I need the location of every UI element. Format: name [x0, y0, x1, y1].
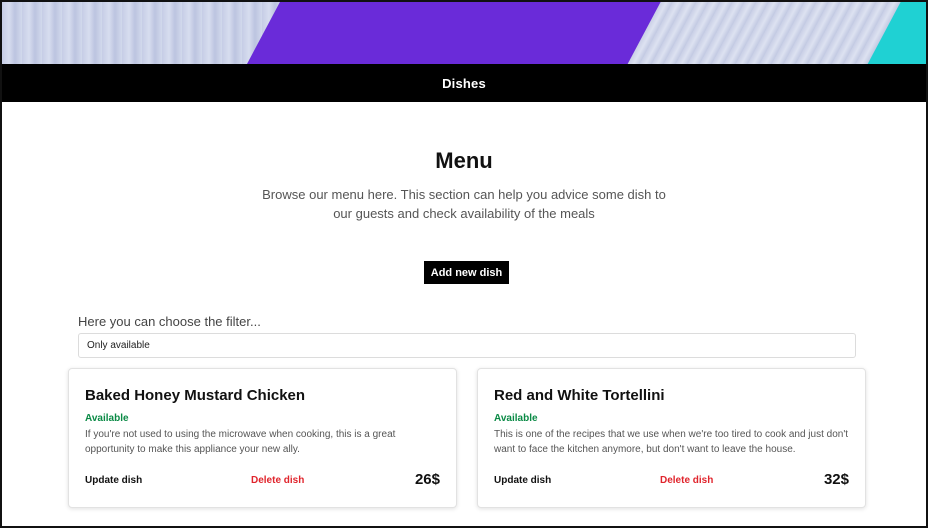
dish-card: Baked Honey Mustard Chicken Available If…: [68, 368, 457, 508]
hero-banner: [2, 2, 926, 64]
dish-price: 32$: [823, 471, 849, 488]
dish-description: If you're not used to using the microwav…: [85, 429, 396, 455]
page-subtitle: Browse our menu here. This section can h…: [262, 187, 666, 221]
filter-label: Here you can choose the filter...: [78, 314, 261, 329]
delete-dish-button[interactable]: Delete dish: [660, 475, 713, 486]
add-new-dish-button[interactable]: Add new dish: [424, 261, 509, 284]
dish-name: Baked Honey Mustard Chicken: [85, 387, 306, 404]
filter-selected-value: Only available: [87, 340, 150, 351]
nav-title-dishes[interactable]: Dishes: [442, 76, 486, 91]
update-dish-button[interactable]: Update dish: [494, 475, 551, 486]
dish-price: 26$: [414, 471, 440, 488]
dish-description: This is one of the recipes that we use w…: [494, 429, 849, 455]
page-title: Menu: [435, 148, 493, 173]
dish-status-badge: Available: [85, 413, 129, 424]
dish-status-badge: Available: [494, 413, 538, 424]
dish-card: Red and White Tortellini Available This …: [477, 368, 866, 508]
filter-select[interactable]: Only available: [78, 333, 856, 358]
update-dish-button[interactable]: Update dish: [85, 475, 142, 486]
dish-name: Red and White Tortellini: [494, 387, 665, 404]
navbar: Dishes: [2, 64, 926, 102]
delete-dish-button[interactable]: Delete dish: [251, 475, 304, 486]
app-frame: Dishes Menu Browse our menu here. This s…: [0, 0, 928, 528]
